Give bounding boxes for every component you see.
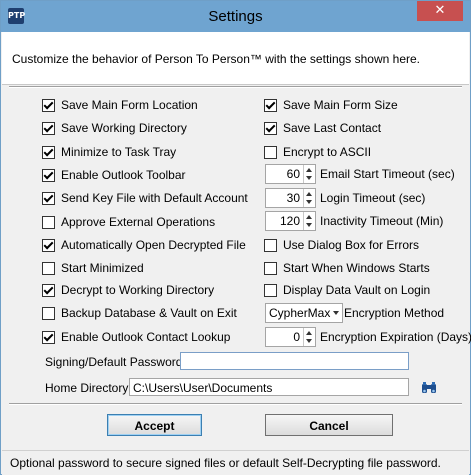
checkbox-label: Start When Windows Starts: [283, 261, 430, 275]
checkbox-box[interactable]: [264, 238, 277, 252]
left-option-checkbox[interactable]: Automatically Open Decrypted File: [42, 237, 246, 253]
checkbox-box[interactable]: [264, 261, 277, 275]
checkbox-label: Automatically Open Decrypted File: [61, 238, 246, 252]
save-last-contact-checkbox[interactable]: Save Last Contact: [264, 120, 381, 136]
left-option-checkbox[interactable]: Enable Outlook Contact Lookup: [42, 329, 230, 345]
home-directory-input[interactable]: C:\Users\User\Documents: [129, 378, 409, 396]
save-main-form-size-checkbox[interactable]: Save Main Form Size: [264, 97, 398, 113]
checkbox-box[interactable]: [42, 283, 55, 297]
inactivity-timeout-label: Inactivity Timeout (Min): [320, 214, 444, 228]
checkbox-label: Backup Database & Vault on Exit: [61, 306, 237, 320]
checkbox-label: Send Key File with Default Account: [61, 191, 248, 205]
checkbox-label: Display Data Vault on Login: [283, 283, 431, 297]
checkbox-label: Decrypt to Working Directory: [61, 283, 215, 297]
checkbox-box[interactable]: [42, 306, 55, 320]
spinner-arrows[interactable]: [303, 328, 315, 346]
use-dialog-box-checkbox[interactable]: Use Dialog Box for Errors: [264, 237, 419, 253]
display-data-vault-checkbox[interactable]: Display Data Vault on Login: [264, 282, 430, 298]
checkbox-box[interactable]: [264, 283, 277, 297]
stepper-value[interactable]: 120: [266, 214, 303, 228]
select-value: CypherMax: [269, 306, 331, 320]
checkbox-label: Approve External Operations: [61, 215, 216, 229]
browse-button[interactable]: [419, 379, 439, 397]
header-panel: Customize the behavior of Person To Pers…: [2, 32, 469, 85]
left-option-checkbox[interactable]: Start Minimized: [42, 260, 144, 276]
email-start-timeout-label: Email Start Timeout (sec): [320, 167, 455, 181]
encryption-method-label: Encryption Method: [344, 306, 445, 320]
stepper-value[interactable]: 0: [266, 330, 303, 344]
separator-top: [9, 86, 462, 88]
separator-bottom: [9, 403, 462, 405]
left-option-checkbox[interactable]: Save Working Directory: [42, 120, 187, 136]
stepper-value[interactable]: 30: [266, 191, 303, 205]
checkbox-label: Encrypt to ASCII: [283, 145, 372, 159]
checkbox-box[interactable]: [264, 145, 277, 159]
title-bar: PTP Settings ✕: [1, 1, 470, 32]
signing-password-label: Signing/Default Password: [45, 355, 183, 369]
left-option-checkbox[interactable]: Minimize to Task Tray: [42, 144, 176, 160]
cancel-button[interactable]: Cancel: [265, 414, 393, 436]
checkbox-box[interactable]: [42, 168, 55, 182]
login-timeout-label: Login Timeout (sec): [320, 191, 426, 205]
checkbox-box[interactable]: [42, 98, 55, 112]
checkbox-label: Minimize to Task Tray: [61, 145, 177, 159]
checkbox-box[interactable]: [42, 191, 55, 205]
encryption-method-select[interactable]: CypherMax: [265, 303, 343, 323]
checkbox-label: Save Main Form Size: [283, 98, 398, 112]
checkbox-box[interactable]: [42, 330, 55, 344]
window-title: Settings: [208, 8, 263, 25]
left-option-checkbox[interactable]: Backup Database & Vault on Exit: [42, 305, 237, 321]
close-button[interactable]: ✕: [417, 1, 463, 21]
checkbox-box[interactable]: [42, 121, 55, 135]
status-text: Optional password to secure signed files…: [10, 456, 441, 470]
checkbox-box[interactable]: [264, 98, 277, 112]
inactivity-timeout-stepper[interactable]: 120: [265, 211, 316, 231]
signing-password-input[interactable]: [180, 352, 409, 370]
binoculars-icon: [422, 382, 436, 393]
checkbox-label: Enable Outlook Contact Lookup: [61, 330, 231, 344]
encrypt-to-ascii-checkbox[interactable]: Encrypt to ASCII: [264, 144, 371, 160]
spinner-arrows[interactable]: [303, 212, 315, 230]
encryption-expiration-stepper[interactable]: 0: [265, 327, 316, 347]
checkbox-box[interactable]: [42, 238, 55, 252]
checkbox-label: Use Dialog Box for Errors: [283, 238, 420, 252]
chevron-down-icon[interactable]: [333, 311, 339, 315]
login-timeout-stepper[interactable]: 30: [265, 188, 316, 208]
checkbox-label: Save Working Directory: [61, 121, 187, 135]
left-option-checkbox[interactable]: Decrypt to Working Directory: [42, 282, 214, 298]
email-start-timeout-stepper[interactable]: 60: [265, 164, 316, 184]
left-option-checkbox[interactable]: Enable Outlook Toolbar: [42, 167, 186, 183]
checkbox-box[interactable]: [42, 215, 55, 229]
checkbox-box[interactable]: [264, 121, 277, 135]
checkbox-label: Start Minimized: [61, 261, 144, 275]
checkbox-label: Save Last Contact: [283, 121, 382, 135]
encryption-expiration-label: Encryption Expiration (Days): [320, 330, 471, 344]
left-option-checkbox[interactable]: Approve External Operations: [42, 214, 215, 230]
header-description: Customize the behavior of Person To Pers…: [12, 52, 420, 66]
start-when-windows-starts-checkbox[interactable]: Start When Windows Starts: [264, 260, 430, 276]
spinner-arrows[interactable]: [303, 165, 315, 183]
checkbox-box[interactable]: [42, 261, 55, 275]
status-bar: Optional password to secure signed files…: [2, 450, 469, 475]
home-directory-label: Home Directory: [45, 381, 129, 395]
left-option-checkbox[interactable]: Send Key File with Default Account: [42, 190, 248, 206]
checkbox-box[interactable]: [42, 145, 55, 159]
spinner-arrows[interactable]: [303, 189, 315, 207]
settings-window: PTP Settings ✕ Customize the behavior of…: [0, 0, 471, 475]
accept-button[interactable]: Accept: [107, 414, 202, 436]
stepper-value[interactable]: 60: [266, 167, 303, 181]
checkbox-label: Enable Outlook Toolbar: [61, 168, 186, 182]
left-option-checkbox[interactable]: Save Main Form Location: [42, 97, 198, 113]
checkbox-label: Save Main Form Location: [61, 98, 198, 112]
